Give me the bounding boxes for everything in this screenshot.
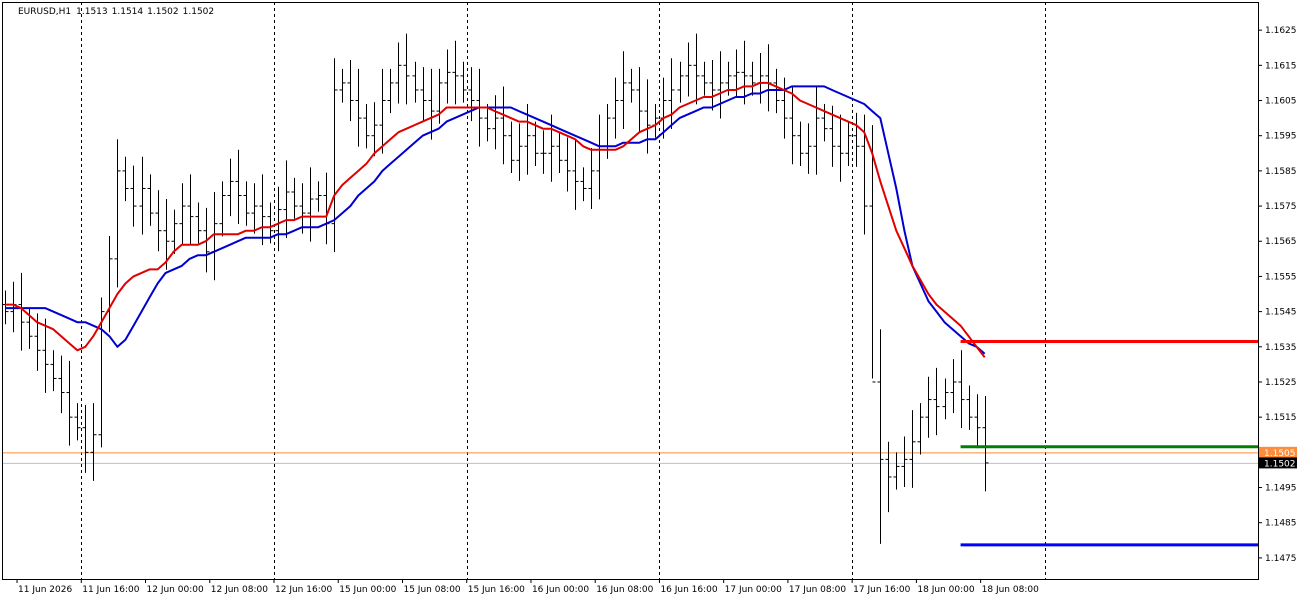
price-tick-label: 1.1485: [1265, 519, 1297, 529]
price-tick-label: 1.1605: [1265, 97, 1297, 107]
time-tick-label: 18 Jun 08:00: [982, 585, 1039, 595]
bid-price-label: 1.1502: [1264, 459, 1296, 469]
time-tick-label: 17 Jun 16:00: [853, 585, 910, 595]
time-tick-label: 15 Jun 00:00: [339, 585, 396, 595]
price-tick-label: 1.1555: [1265, 272, 1297, 282]
time-tick-label: 12 Jun 08:00: [211, 585, 268, 595]
ask-price-label: 1.1505: [1264, 449, 1296, 459]
price-tick-label: 1.1565: [1265, 237, 1297, 247]
price-tick-label: 1.1625: [1265, 26, 1297, 36]
low-value: 1.1502: [147, 7, 179, 17]
open-value: 1.1513: [76, 7, 108, 17]
time-tick-label: 16 Jun 08:00: [596, 585, 653, 595]
price-tick-label: 1.1495: [1265, 484, 1297, 494]
time-tick-label: 16 Jun 16:00: [660, 585, 717, 595]
time-tick-label: 11 Jun 2026: [18, 585, 72, 595]
time-tick-label: 16 Jun 00:00: [532, 585, 589, 595]
price-labels: 1.15051.1502: [1259, 446, 1297, 469]
time-tick-label: 11 Jun 16:00: [82, 585, 139, 595]
price-tick-label: 1.1525: [1265, 378, 1297, 388]
time-tick-label: 12 Jun 16:00: [275, 585, 332, 595]
price-tick-label: 1.1615: [1265, 61, 1297, 71]
chart-background: [0, 0, 1300, 600]
price-tick-label: 1.1575: [1265, 202, 1297, 212]
price-tick-label: 1.1545: [1265, 308, 1297, 318]
time-tick-label: 17 Jun 08:00: [789, 585, 846, 595]
price-tick-label: 1.1595: [1265, 132, 1297, 142]
time-tick-label: 12 Jun 00:00: [147, 585, 204, 595]
price-tick-label: 1.1535: [1265, 343, 1297, 353]
price-tick-label: 1.1585: [1265, 167, 1297, 177]
price-chart[interactable]: 1.1625 1.1615 1.1605 1.1595 1.1585 1.1575 1.15…: [0, 0, 1300, 600]
close-value: 1.1502: [183, 7, 215, 17]
time-tick-label: 15 Jun 08:00: [403, 585, 460, 595]
time-tick-label: 17 Jun 00:00: [725, 585, 782, 595]
symbol-info: EURUSD,H1 1.1513 1.1514 1.1502 1.1502: [18, 7, 214, 17]
time-tick-label: 18 Jun 00:00: [917, 585, 974, 595]
high-value: 1.1514: [112, 7, 144, 17]
symbol-name: EURUSD,H1: [18, 7, 71, 17]
price-tick-label: 1.1515: [1265, 413, 1297, 423]
time-tick-label: 15 Jun 16:00: [468, 585, 525, 595]
price-tick-label: 1.1475: [1265, 554, 1297, 564]
